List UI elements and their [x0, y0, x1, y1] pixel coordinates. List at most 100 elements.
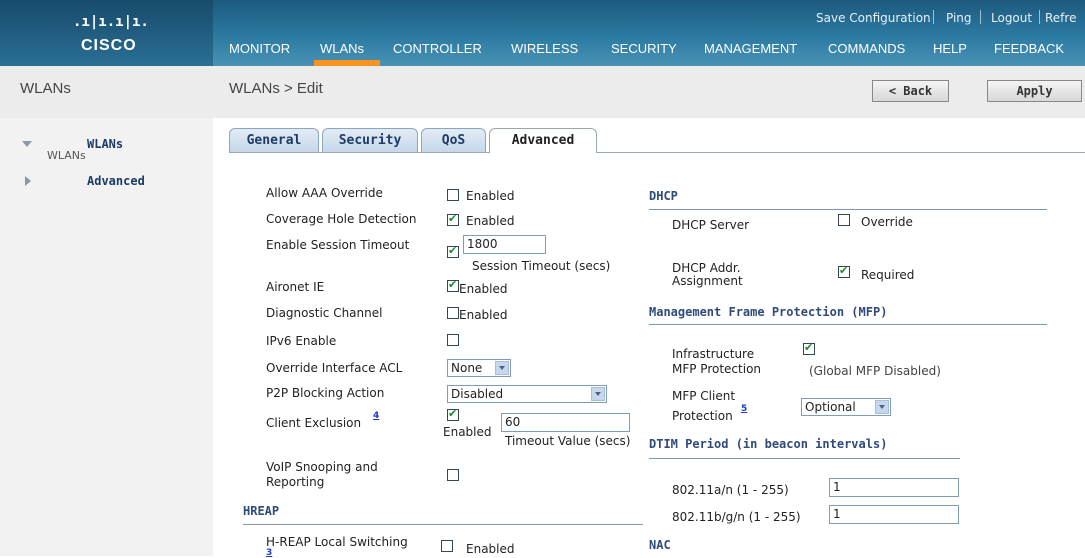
chevron-down-icon [591, 387, 605, 401]
dhcp-addr-label-2: Assignment [672, 274, 743, 288]
nav-security[interactable]: SECURITY [611, 41, 677, 56]
p2p-value: Disabled [451, 387, 504, 401]
apply-button[interactable]: Apply [987, 80, 1082, 102]
mfp-section-title: Management Frame Protection (MFP) [649, 305, 888, 319]
chevron-down-icon [495, 361, 509, 375]
nav-help[interactable]: HELP [933, 41, 967, 56]
dhcp-section-line [649, 209, 1047, 210]
chevron-down-icon [875, 400, 889, 414]
divider [980, 10, 981, 24]
override-acl-value: None [451, 361, 483, 375]
page-title: WLANs > Edit [229, 80, 323, 97]
sidebar-item-advanced[interactable]: Advanced [87, 174, 145, 188]
mfp-client-select[interactable]: Optional [801, 398, 891, 416]
hreap-local-enabled-label: Enabled [466, 542, 515, 556]
divider [933, 10, 934, 24]
nav-wireless[interactable]: WIRELESS [511, 41, 578, 56]
dhcp-section-title: DHCP [649, 189, 678, 203]
save-configuration-link[interactable]: Save Configuration [816, 11, 931, 25]
voip-label-1: VoIP Snooping and [266, 460, 378, 474]
divider [1039, 10, 1040, 24]
global-mfp-note: (Global MFP Disabled) [809, 364, 941, 378]
infra-mfp-label-2: MFP Protection [672, 362, 762, 376]
client-exclusion-label: Client Exclusion [266, 416, 362, 430]
dtim-a-input[interactable]: 1 [829, 478, 959, 497]
client-exclusion-enabled-label: Enabled [443, 425, 492, 439]
back-button[interactable]: < Back [872, 80, 949, 102]
diagnostic-channel-label: Diagnostic Channel [266, 306, 383, 320]
mfp-client-label-2: Protection [672, 409, 733, 423]
cisco-logo: .ı|ı.ı|ı. CISCO [0, 0, 213, 66]
voip-label-2: Reporting [266, 475, 325, 489]
ipv6-checkbox[interactable] [447, 334, 459, 346]
footnote-3-link[interactable]: 3 [266, 548, 272, 558]
dhcp-required-label: Required [861, 268, 915, 282]
allow-aaa-checkbox[interactable] [447, 189, 459, 201]
dtim-section-title: DTIM Period (in beacon intervals) [649, 437, 888, 451]
client-exclusion-timeout-unit: Timeout Value (secs) [505, 434, 631, 448]
dtim-b-label: 802.11b/g/n (1 - 255) [672, 510, 801, 524]
nav-monitor[interactable]: MONITOR [229, 41, 290, 56]
dhcp-override-checkbox[interactable] [838, 214, 850, 226]
voip-checkbox[interactable] [447, 469, 459, 481]
nav-commands[interactable]: COMMANDS [828, 41, 905, 56]
coverage-hole-checkbox[interactable] [447, 212, 459, 226]
session-timeout-label: Enable Session Timeout [266, 238, 410, 252]
hreap-local-label: H-REAP Local Switching [266, 535, 408, 549]
allow-aaa-label: Allow AAA Override [266, 186, 383, 200]
tab-general[interactable]: General [229, 128, 319, 153]
dtim-section-line [649, 458, 960, 459]
nav-wlans[interactable]: WLANs [320, 41, 364, 56]
cisco-bars-icon: .ı|ı.ı|ı. [73, 14, 149, 30]
coverage-hole-label: Coverage Hole Detection [266, 212, 417, 226]
triangle-right-icon[interactable] [25, 176, 31, 186]
dhcp-override-label: Override [861, 215, 913, 229]
left-nav-title: WLANs [20, 80, 71, 97]
coverage-hole-enabled-label: Enabled [466, 214, 515, 228]
allow-aaa-enabled-label: Enabled [466, 189, 515, 203]
footnote-4-link[interactable]: 4 [373, 411, 379, 421]
sidebar-item-wlans[interactable]: WLANs [87, 137, 123, 151]
infra-mfp-checkbox[interactable] [803, 341, 815, 355]
session-timeout-input[interactable]: 1800 [463, 235, 546, 254]
infra-mfp-label-1: Infrastructure [672, 347, 755, 361]
tab-qos[interactable]: QoS [421, 128, 486, 153]
dhcp-server-label: DHCP Server [672, 218, 750, 232]
nav-management[interactable]: MANAGEMENT [704, 41, 797, 56]
logout-link[interactable]: Logout [991, 11, 1032, 25]
top-header: .ı|ı.ı|ı. CISCO Save Configuration Ping … [0, 0, 1085, 66]
nav-feedback[interactable]: FEEDBACK [994, 41, 1064, 56]
nav-controller[interactable]: CONTROLLER [393, 41, 482, 56]
aironet-ie-checkbox[interactable] [447, 278, 459, 292]
dhcp-required-checkbox[interactable] [838, 264, 850, 278]
dtim-b-input[interactable]: 1 [829, 505, 959, 524]
diagnostic-enabled-label: Enabled [459, 308, 508, 322]
session-timeout-checkbox[interactable] [447, 244, 459, 258]
footnote-5-link[interactable]: 5 [741, 404, 747, 414]
triangle-down-icon[interactable] [22, 141, 32, 147]
aironet-ie-enabled-label: Enabled [459, 282, 508, 296]
tab-security[interactable]: Security [322, 128, 418, 153]
client-exclusion-timeout-input[interactable]: 60 [501, 413, 630, 432]
mfp-client-label-1: MFP Client [672, 389, 736, 403]
session-timeout-unit: Session Timeout (secs) [472, 259, 611, 273]
mfp-section-line [649, 324, 1047, 325]
dhcp-addr-label-1: DHCP Addr. [672, 261, 741, 275]
override-acl-select[interactable]: None [447, 359, 511, 377]
nac-section-title: NAC [649, 538, 671, 552]
sidebar-subitem-wlans[interactable]: WLANs [47, 149, 86, 162]
dtim-a-label: 802.11a/n (1 - 255) [672, 483, 789, 497]
ipv6-label: IPv6 Enable [266, 334, 337, 348]
hreap-local-checkbox[interactable] [441, 540, 453, 552]
override-acl-label: Override Interface ACL [266, 361, 403, 375]
tab-advanced[interactable]: Advanced [489, 128, 597, 154]
ping-link[interactable]: Ping [946, 11, 972, 25]
hreap-section-line [243, 524, 643, 525]
mfp-client-value: Optional [805, 400, 856, 414]
diagnostic-channel-checkbox[interactable] [447, 307, 459, 319]
p2p-select[interactable]: Disabled [447, 385, 607, 403]
p2p-label: P2P Blocking Action [266, 386, 385, 400]
client-exclusion-checkbox[interactable] [447, 407, 459, 421]
hreap-section-title: HREAP [243, 504, 280, 518]
refresh-link[interactable]: Refre [1045, 11, 1076, 25]
